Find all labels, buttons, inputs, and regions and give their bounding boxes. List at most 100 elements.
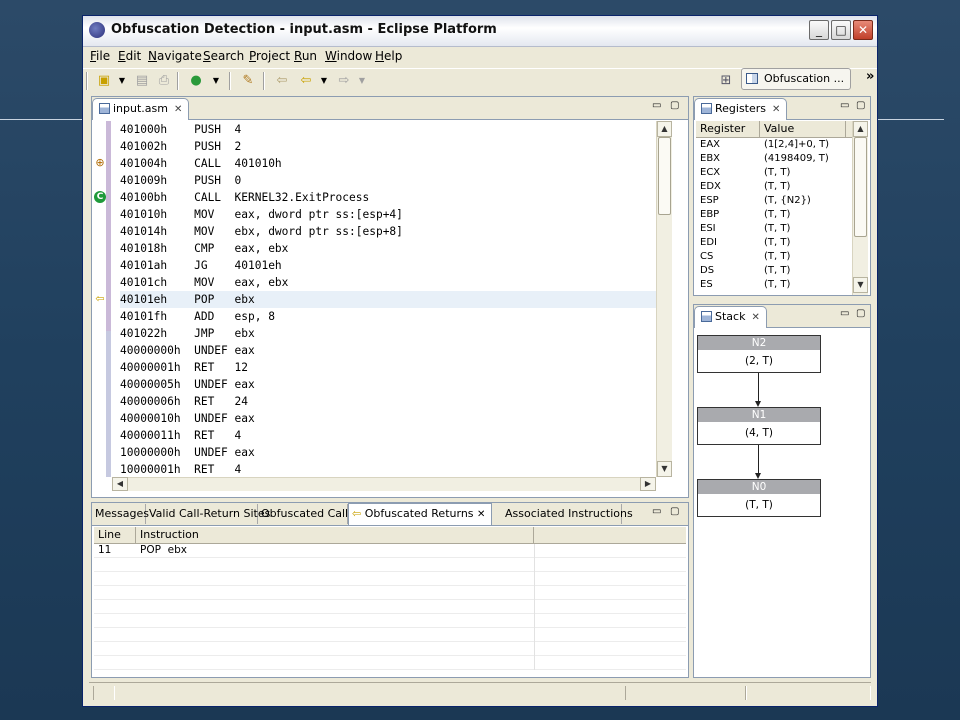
minimize-button[interactable]: _ — [809, 20, 829, 40]
tab-obfuscated-calls[interactable]: Obfuscated Calls — [258, 504, 354, 524]
title-bar[interactable]: Obfuscation Detection - input.asm - Ecli… — [83, 16, 877, 47]
maximize-view-icon[interactable]: ▢ — [856, 308, 865, 320]
table-row[interactable] — [94, 558, 686, 572]
pencil-icon[interactable]: ✎ — [239, 71, 257, 91]
more-perspectives-icon[interactable]: » — [866, 69, 874, 84]
code-line[interactable]: 401000h PUSH 4 — [120, 121, 656, 138]
table-row[interactable] — [94, 600, 686, 614]
menu-run[interactable]: Run — [294, 49, 317, 63]
scroll-down-icon[interactable]: ▼ — [657, 461, 672, 477]
scroll-down-icon[interactable]: ▼ — [853, 277, 868, 293]
table-row[interactable] — [94, 628, 686, 642]
table-row[interactable] — [94, 642, 686, 656]
close-tab-icon[interactable]: ✕ — [174, 104, 182, 115]
obfuscated-return-arrow-icon[interactable]: ⇦ — [94, 293, 106, 305]
tab-obfuscated-returns[interactable]: ⇦ Obfuscated Returns ✕ — [348, 503, 492, 525]
tab-stack[interactable]: Stack ✕ — [694, 306, 767, 328]
code-line[interactable]: 40000011h RET 4 — [120, 427, 656, 444]
stack-node[interactable]: N2 (2, T) — [697, 335, 821, 373]
table-row[interactable] — [94, 614, 686, 628]
menu-file[interactable]: File — [90, 49, 110, 63]
dropdown-icon[interactable]: ▼ — [315, 71, 333, 91]
table-row[interactable] — [94, 586, 686, 600]
maximize-view-icon[interactable]: ▢ — [856, 100, 865, 112]
code-line[interactable]: 40000001h RET 12 — [120, 359, 656, 376]
scroll-thumb[interactable] — [658, 137, 671, 215]
code-line[interactable]: 401002h PUSH 2 — [120, 138, 656, 155]
table-row[interactable]: 11 POP ebx — [94, 544, 686, 558]
scroll-thumb[interactable] — [854, 137, 867, 237]
dropdown-icon[interactable]: ▼ — [207, 71, 225, 91]
minimize-view-icon[interactable]: ▭ — [652, 506, 661, 518]
table-row[interactable] — [94, 656, 686, 670]
code-line[interactable]: 40000010h UNDEF eax — [120, 410, 656, 427]
code-line[interactable]: 40101ah JG 40101eh — [120, 257, 656, 274]
maximize-view-icon[interactable]: ▢ — [670, 506, 679, 518]
scroll-right-icon[interactable]: ▶ — [640, 477, 656, 491]
tab-valid-call-return-sites[interactable]: Valid Call-Return Sites — [146, 504, 270, 524]
code-line[interactable]: 401009h PUSH 0 — [120, 172, 656, 189]
code-line[interactable]: 40101ch MOV eax, ebx — [120, 274, 656, 291]
dropdown-icon[interactable]: ▼ — [113, 71, 131, 91]
scroll-up-icon[interactable]: ▲ — [657, 121, 672, 137]
menu-navigate[interactable]: Navigate — [148, 49, 202, 63]
minimize-view-icon[interactable]: ▭ — [840, 308, 849, 320]
minimize-view-icon[interactable]: ▭ — [840, 100, 849, 112]
code-line[interactable]: 401022h JMP ebx — [120, 325, 656, 342]
call-return-icon[interactable]: C — [94, 191, 106, 203]
assembly-editor[interactable]: 401000h PUSH 4 401002h PUSH 2 401004h CALL… — [120, 121, 656, 477]
open-perspective-icon[interactable]: ⊞ — [717, 71, 735, 91]
scroll-left-icon[interactable]: ◀ — [112, 477, 128, 491]
registers-scrollbar[interactable]: ▲ ▼ — [852, 121, 868, 295]
forward-icon[interactable]: ⇨ — [335, 71, 353, 91]
code-line[interactable]: 40000000h UNDEF eax — [120, 342, 656, 359]
close-tab-icon[interactable]: ✕ — [751, 312, 759, 323]
stack-node[interactable]: N1 (4, T) — [697, 407, 821, 445]
code-line[interactable]: 40000006h RET 24 — [120, 393, 656, 410]
menu-edit[interactable]: Edit — [118, 49, 141, 63]
save-icon[interactable]: ▤ — [133, 71, 151, 91]
dropdown-icon[interactable]: ▼ — [353, 71, 371, 91]
line-address: 401018h — [120, 242, 195, 255]
perspective-switcher[interactable]: Obfuscation ... — [741, 68, 851, 90]
column-line[interactable]: Line — [94, 527, 136, 543]
menu-project[interactable]: Project — [249, 49, 290, 63]
minimize-view-icon[interactable]: ▭ — [652, 100, 661, 112]
code-line[interactable]: 40101eh POP ebx — [120, 291, 656, 308]
code-line[interactable]: 401010h MOV eax, dword ptr ss:[esp+4] — [120, 206, 656, 223]
tab-messages[interactable]: Messages — [92, 504, 149, 524]
crosshair-call-icon[interactable]: ⊕ — [94, 157, 106, 169]
menu-help[interactable]: Help — [375, 49, 402, 63]
code-line[interactable]: 10000000h UNDEF eax — [120, 444, 656, 461]
code-line[interactable]: 40101fh ADD esp, 8 — [120, 308, 656, 325]
table-row[interactable] — [94, 572, 686, 586]
menu-search[interactable]: Search — [203, 49, 244, 63]
column-register[interactable]: Register — [696, 121, 760, 137]
close-tab-icon[interactable]: ✕ — [477, 509, 485, 520]
tab-registers[interactable]: Registers ✕ — [694, 98, 788, 120]
column-instruction[interactable]: Instruction — [136, 527, 534, 543]
new-wizard-icon[interactable]: ▣ — [95, 71, 113, 91]
editor-horizontal-scrollbar[interactable]: ◀ ▶ — [112, 477, 656, 491]
code-line[interactable]: 40000005h UNDEF eax — [120, 376, 656, 393]
tab-associated-instructions[interactable]: Associated Instructions — [502, 504, 633, 524]
code-line[interactable]: 40100bh CALL KERNEL32.ExitProcess — [120, 189, 656, 206]
editor-vertical-scrollbar[interactable]: ▲ ▼ — [656, 121, 672, 477]
run-icon[interactable]: ● — [187, 71, 205, 91]
code-line[interactable]: 401018h CMP eax, ebx — [120, 240, 656, 257]
back-icon[interactable]: ⇦ — [273, 71, 291, 91]
print-icon[interactable]: ⎙ — [155, 71, 173, 91]
close-button[interactable]: ✕ — [853, 20, 873, 40]
maximize-view-icon[interactable]: ▢ — [670, 100, 679, 112]
prev-edit-icon[interactable]: ⇦ — [297, 71, 315, 91]
menu-window[interactable]: Window — [325, 49, 372, 63]
code-line[interactable]: 401004h CALL 401010h — [120, 155, 656, 172]
code-line[interactable]: 401014h MOV ebx, dword ptr ss:[esp+8] — [120, 223, 656, 240]
tab-input-asm[interactable]: input.asm ✕ — [92, 98, 190, 120]
stack-node[interactable]: N0 (T, T) — [697, 479, 821, 517]
code-line[interactable]: 10000001h RET 4 — [120, 461, 656, 477]
maximize-button[interactable]: □ — [831, 20, 851, 40]
scroll-up-icon[interactable]: ▲ — [853, 121, 868, 137]
close-tab-icon[interactable]: ✕ — [772, 104, 780, 115]
column-value[interactable]: Value — [760, 121, 846, 137]
